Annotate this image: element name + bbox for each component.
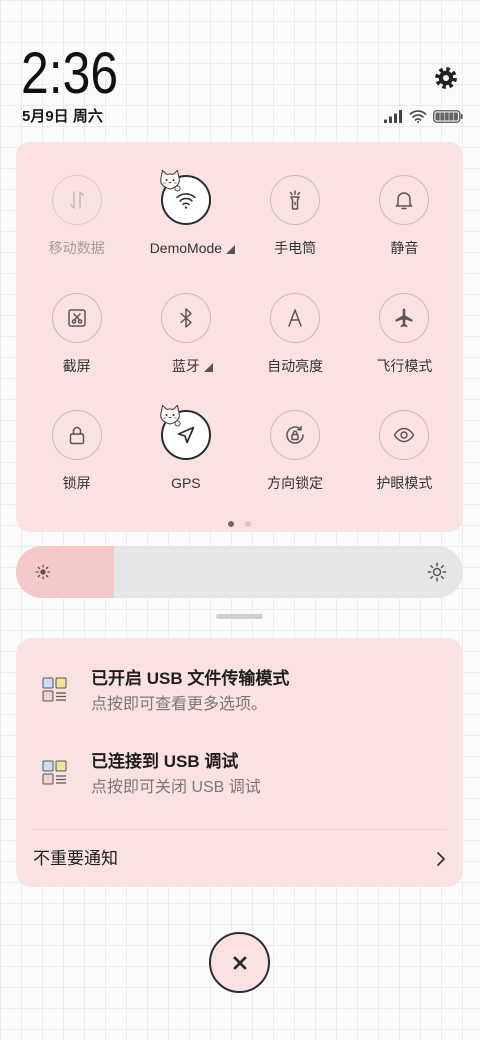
tile-label: 护眼模式	[376, 475, 433, 491]
tile-label-wrap: 蓝牙	[171, 356, 213, 376]
mobile-data-toggle[interactable]	[51, 175, 102, 225]
expand-indicator-icon[interactable]	[226, 245, 236, 254]
usb-settings-app-icon	[42, 677, 67, 702]
tile-wifi[interactable]: DemoMode	[131, 169, 240, 293]
usb-settings-app-icon	[42, 760, 67, 785]
unimportant-notifications-row[interactable]: 不重要通知	[16, 834, 463, 884]
tile-label-wrap: DemoMode	[149, 238, 236, 258]
notification-title: 已连接到 USB 调试	[91, 752, 239, 771]
tile-label-wrap: 自动亮度	[267, 356, 323, 376]
tile-label-wrap: 移动数据	[49, 238, 105, 258]
tile-label: 移动数据	[48, 240, 105, 256]
bluetooth-toggle[interactable]	[160, 292, 211, 343]
notification-item[interactable]: 已开启 USB 文件传输模式 点按即可查看更多选项。	[16, 660, 463, 730]
gear-icon[interactable]	[434, 66, 458, 90]
tile-rotation-lock[interactable]: 方向锁定	[241, 410, 350, 528]
tile-label-wrap: 方向锁定	[267, 473, 323, 493]
notification-subtitle: 点按即可查看更多选项。	[91, 696, 268, 713]
notification-subtitle: 点按即可关闭 USB 调试	[91, 779, 261, 796]
tile-label: GPS	[171, 475, 201, 491]
tile-label: 方向锁定	[267, 475, 324, 491]
notification-panel: 已开启 USB 文件传输模式 点按即可查看更多选项。 已连接到 USB 调试 点…	[16, 638, 463, 887]
bluetooth-icon	[180, 307, 192, 328]
tile-mobile-data[interactable]: 移动数据	[22, 175, 131, 293]
tile-bluetooth[interactable]: 蓝牙	[131, 292, 240, 411]
unimportant-notifications-label: 不重要通知	[33, 849, 118, 868]
mute-toggle[interactable]	[379, 175, 430, 225]
tile-airplane-mode[interactable]: 飞行模式	[350, 292, 459, 411]
brightness-level-fill	[16, 546, 115, 598]
notification-title: 已开启 USB 文件传输模式	[91, 669, 290, 688]
page-indicator	[16, 521, 463, 527]
tile-screenshot[interactable]: 截屏	[22, 292, 131, 411]
tile-mute[interactable]: 静音	[350, 175, 459, 293]
tile-label-wrap: 静音	[390, 238, 418, 258]
tile-label-wrap: GPS	[171, 473, 201, 493]
cat-sticker-icon	[160, 169, 181, 192]
tile-label: DemoMode	[149, 240, 223, 256]
quick-settings-panel: 移动数据 DemoMode 手电筒 静音 截屏 蓝牙 自动亮度 飞行模式 锁屏 …	[16, 142, 463, 532]
cat-sticker-icon	[160, 404, 181, 427]
tile-label-wrap: 飞行模式	[376, 356, 432, 376]
close-button[interactable]	[209, 932, 270, 993]
screenshot-button[interactable]	[51, 292, 102, 343]
tile-label-wrap: 护眼模式	[376, 473, 432, 493]
drag-handle[interactable]	[216, 614, 263, 619]
brightness-slider[interactable]	[16, 546, 463, 598]
tile-eye-comfort[interactable]: 护眼模式	[350, 410, 459, 528]
signal-icon	[384, 110, 402, 123]
lock-icon	[69, 426, 84, 445]
quick-settings-grid: 移动数据 DemoMode 手电筒 静音 截屏 蓝牙 自动亮度 飞行模式 锁屏 …	[22, 169, 459, 528]
tile-label-wrap: 截屏	[63, 356, 91, 376]
tile-label: 蓝牙	[171, 357, 200, 374]
lock-screen-button[interactable]	[51, 410, 102, 460]
chevron-right-icon	[437, 852, 445, 866]
sun-small-icon	[35, 564, 51, 580]
divider	[32, 829, 447, 830]
clock-time: 2:36	[21, 41, 119, 106]
eye-comfort-toggle[interactable]	[379, 410, 430, 460]
tile-label: 锁屏	[62, 475, 91, 491]
rotation-lock-toggle[interactable]	[270, 410, 321, 460]
airplane-mode-toggle[interactable]	[379, 292, 430, 343]
battery-icon	[433, 110, 463, 123]
tile-label: 截屏	[62, 357, 91, 374]
tile-gps[interactable]: GPS	[131, 404, 240, 528]
page-dot[interactable]	[228, 521, 234, 527]
tile-label: 静音	[390, 240, 419, 256]
page-dot[interactable]	[245, 521, 251, 527]
tile-label-wrap: 手电筒	[274, 238, 316, 258]
tile-label-wrap: 锁屏	[63, 473, 91, 493]
tile-flashlight[interactable]: 手电筒	[241, 175, 350, 293]
tile-label: 自动亮度	[267, 357, 324, 374]
close-icon	[233, 956, 246, 969]
expand-indicator-icon[interactable]	[203, 362, 213, 372]
bell-icon	[396, 192, 413, 210]
sun-large-icon	[427, 562, 447, 582]
tile-lock-screen[interactable]: 锁屏	[22, 410, 131, 528]
flashlight-icon	[289, 190, 301, 210]
tile-label: 飞行模式	[376, 357, 433, 374]
auto-brightness-toggle[interactable]	[270, 292, 321, 343]
flashlight-toggle[interactable]	[270, 175, 321, 225]
rotation-lock-icon	[286, 425, 304, 444]
eye-icon	[394, 427, 415, 443]
clock-date: 5月9日 周六	[22, 108, 103, 125]
wifi-icon	[409, 110, 427, 123]
auto-brightness-icon	[288, 308, 302, 327]
screenshot-icon	[67, 308, 86, 327]
notification-item[interactable]: 已连接到 USB 调试 点按即可关闭 USB 调试	[16, 743, 463, 813]
mobile-data-icon	[69, 191, 84, 209]
airplane-icon	[395, 308, 413, 327]
tile-auto-brightness[interactable]: 自动亮度	[241, 292, 350, 411]
tile-label: 手电筒	[274, 240, 317, 256]
